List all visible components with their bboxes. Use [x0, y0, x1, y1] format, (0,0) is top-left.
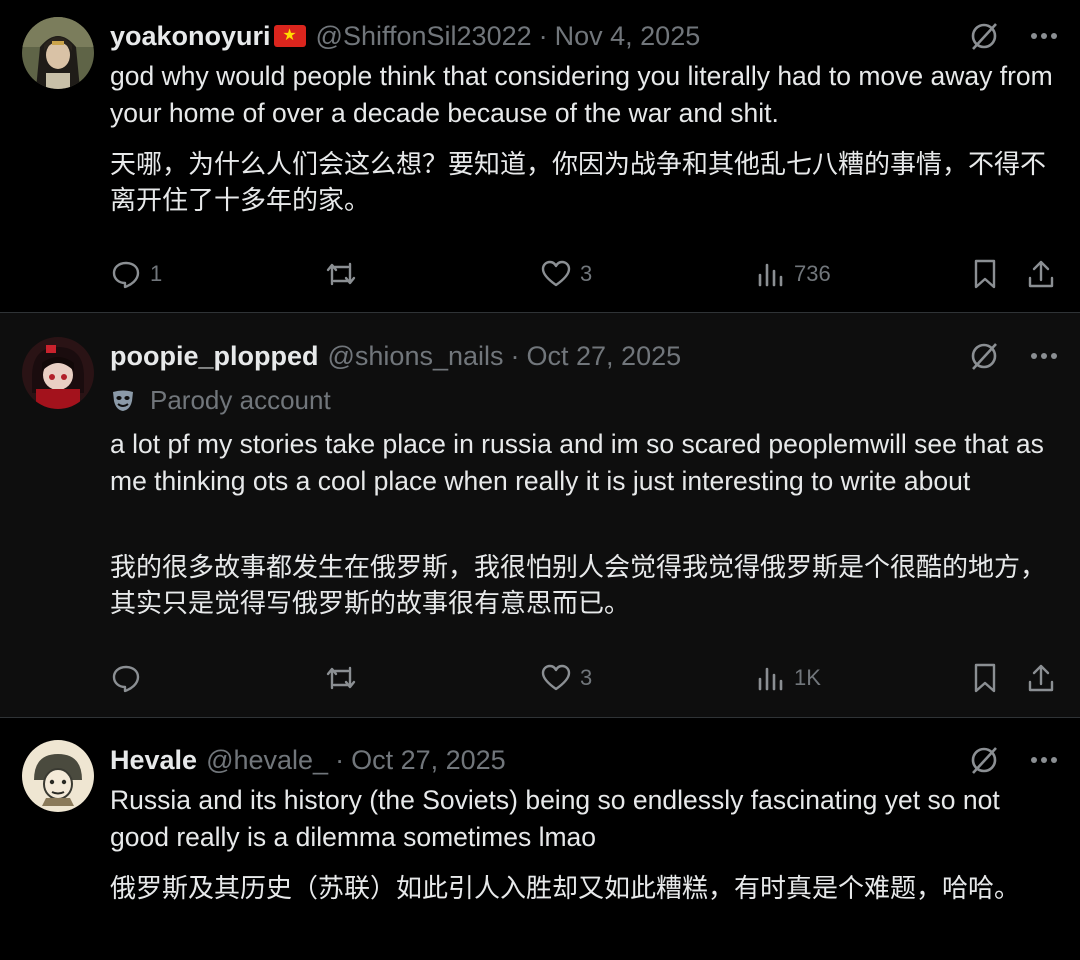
post-date[interactable]: Oct 27, 2025 — [527, 341, 682, 372]
share-button[interactable] — [1026, 254, 1056, 294]
bookmark-icon — [974, 663, 996, 693]
post-date[interactable]: Oct 27, 2025 — [351, 745, 506, 776]
post-text-chinese: 俄罗斯及其历史（苏联）如此引人入胜却又如此糟糕，有时真是个难题，哈哈。 — [110, 873, 1021, 903]
more-icon[interactable] — [1030, 352, 1058, 360]
bookmark-icon — [974, 259, 996, 289]
reply-button[interactable] — [110, 658, 150, 698]
separator-dot: · — [335, 744, 345, 775]
user-handle[interactable]: @shions_nails — [328, 341, 504, 372]
grok-icon[interactable] — [968, 340, 1000, 372]
action-bar: 1 3 736 — [110, 254, 1060, 294]
bookmark-button[interactable] — [970, 658, 1000, 698]
action-bar: 3 1K — [110, 658, 1060, 698]
display-name[interactable]: yoakonoyuri — [110, 21, 271, 52]
parody-mask-icon — [113, 390, 133, 411]
post-hevale[interactable]: Hevale @hevale_ · Oct 27, 2025 Russia an… — [0, 718, 1080, 960]
grok-icon[interactable] — [968, 744, 1000, 776]
reply-button[interactable]: 1 — [110, 254, 162, 294]
avatar[interactable] — [22, 337, 94, 409]
user-handle[interactable]: @ShiffonSil23022 — [316, 21, 532, 52]
avatar[interactable] — [22, 17, 94, 89]
view-count: 1K — [794, 665, 821, 690]
separator-dot: · — [538, 20, 548, 51]
like-icon — [541, 260, 571, 287]
views-button[interactable]: 1K — [756, 658, 821, 698]
post-poopie-plopped[interactable]: poopie_plopped @shions_nails · Oct 27, 2… — [0, 313, 1080, 717]
post-text-english: Russia and its history (the Soviets) bei… — [110, 785, 1000, 852]
post-header: poopie_plopped @shions_nails · Oct 27, 2… — [110, 339, 681, 373]
display-name[interactable]: Hevale — [110, 745, 197, 776]
post-yoakonoyuri[interactable]: yoakonoyuri ★ @ShiffonSil23022 · Nov 4, … — [0, 0, 1080, 312]
post-date[interactable]: Nov 4, 2025 — [555, 21, 701, 52]
share-icon — [1028, 260, 1054, 288]
post-header: yoakonoyuri ★ @ShiffonSil23022 · Nov 4, … — [110, 19, 700, 53]
repost-icon — [326, 666, 356, 690]
post-top-actions — [968, 340, 1058, 372]
share-button[interactable] — [1026, 658, 1056, 698]
parody-account-label: Parody account — [110, 383, 331, 417]
more-icon[interactable] — [1030, 756, 1058, 764]
reply-icon — [112, 261, 140, 289]
post-header: Hevale @hevale_ · Oct 27, 2025 — [110, 743, 506, 777]
like-count: 3 — [580, 261, 593, 286]
avatar[interactable] — [22, 740, 94, 812]
post-text-english: god why would people think that consider… — [110, 61, 1053, 128]
like-icon — [541, 664, 571, 691]
views-icon — [758, 263, 783, 287]
views-button[interactable]: 736 — [756, 254, 831, 294]
views-icon — [758, 667, 783, 691]
like-button[interactable]: 3 — [540, 658, 592, 698]
post-text-chinese: 我的很多故事都发生在俄罗斯，我很怕别人会觉得我觉得俄罗斯是个很酷的地方，其实只是… — [110, 552, 1047, 618]
repost-button[interactable] — [324, 254, 366, 294]
view-count: 736 — [794, 261, 831, 286]
bookmark-button[interactable] — [970, 254, 1000, 294]
separator-dot: · — [510, 340, 520, 371]
share-icon — [1028, 664, 1054, 692]
post-text-english: a lot pf my stories take place in russia… — [110, 429, 1044, 496]
parody-label-text: Parody account — [150, 384, 331, 415]
more-icon[interactable] — [1030, 32, 1058, 40]
post-top-actions — [968, 744, 1058, 776]
reply-icon — [112, 665, 140, 693]
repost-icon — [326, 262, 356, 286]
like-count: 3 — [580, 665, 593, 690]
repost-button[interactable] — [324, 658, 366, 698]
user-handle[interactable]: @hevale_ — [206, 745, 328, 776]
grok-icon[interactable] — [968, 20, 1000, 52]
post-top-actions — [968, 20, 1058, 52]
like-button[interactable]: 3 — [540, 254, 592, 294]
post-text-chinese: 天哪，为什么人们会这么想？要知道，你因为战争和其他乱七八糟的事情，不得不离开住了… — [110, 149, 1047, 215]
reply-count: 1 — [150, 261, 163, 286]
vietnam-flag-icon: ★ — [273, 25, 306, 47]
display-name[interactable]: poopie_plopped — [110, 341, 319, 372]
